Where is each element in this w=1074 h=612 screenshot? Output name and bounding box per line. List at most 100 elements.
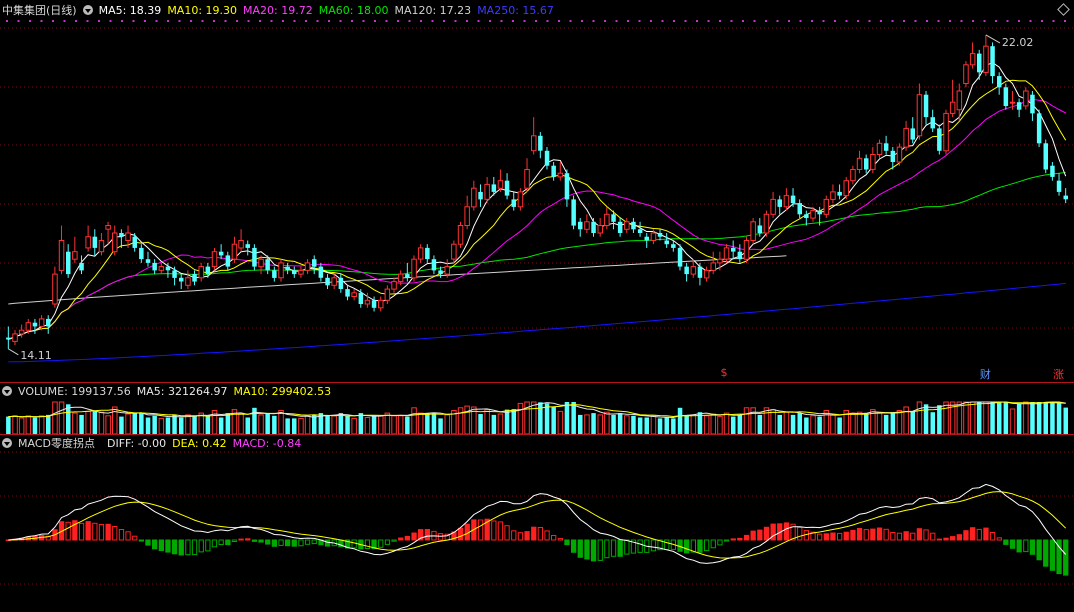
macd-bar <box>491 520 497 541</box>
candle-body <box>969 53 976 66</box>
candle-body <box>504 180 510 196</box>
price-chart[interactable]: 22.02 14.11 <box>0 0 1074 382</box>
ma120-legend: MA120: 17.23 <box>394 3 472 17</box>
macd-bar <box>983 527 989 541</box>
macd-bar <box>817 533 823 541</box>
volume-bar <box>1003 402 1009 434</box>
volume-bar <box>943 401 949 434</box>
tick-dot <box>535 20 537 22</box>
macd-title: MACD零度拐点 <box>18 437 95 450</box>
macd-bar <box>158 539 164 552</box>
tick-dot <box>949 20 951 22</box>
volume-bar <box>591 413 596 434</box>
macd-bar <box>830 532 836 541</box>
volume-pane[interactable]: VOLUME: 199137.56 MA5: 321264.97 MA10: 2… <box>0 382 1074 434</box>
volume-bar <box>1023 401 1029 434</box>
event-chip-finance[interactable]: 财 <box>980 366 991 382</box>
macd-bar <box>218 539 224 545</box>
macd-bar <box>378 539 384 548</box>
tick-dot <box>753 20 756 22</box>
volume-bar <box>671 418 676 434</box>
stock-title[interactable]: 中集集团(日线) <box>2 2 77 18</box>
candle-body <box>325 277 330 286</box>
tick-dot <box>891 20 894 22</box>
tick-dot <box>638 20 641 22</box>
macd-bar <box>757 529 763 541</box>
macd-pane[interactable]: MACD零度拐点 DIFF: -0.00 DEA: 0.42 MACD: -0.… <box>0 434 1074 612</box>
macd-bar <box>258 539 264 543</box>
candle-body <box>252 247 257 267</box>
candle-body <box>1009 101 1016 104</box>
candle-body <box>837 191 842 196</box>
volume-bar <box>431 413 437 434</box>
volume-bar <box>883 414 889 434</box>
pane-divider[interactable] <box>0 382 1074 383</box>
macd-bar <box>398 537 404 541</box>
volume-bar <box>405 416 410 434</box>
tick-dot <box>696 20 698 22</box>
candle-body <box>910 128 915 140</box>
candle-body <box>417 247 424 260</box>
candle-body <box>192 274 197 282</box>
volume-bar <box>790 414 796 434</box>
tick-dot <box>995 20 997 22</box>
macd-bar <box>271 539 278 547</box>
macd-bar <box>364 539 371 549</box>
tick-dot <box>1052 20 1055 22</box>
candle-body <box>338 277 344 289</box>
candle-body <box>723 247 730 260</box>
candle-body <box>478 191 483 200</box>
volume-bar <box>285 418 290 434</box>
volume-bar <box>737 414 743 434</box>
volume-bar <box>258 414 264 434</box>
volume-bar <box>743 407 750 434</box>
macd-chart[interactable] <box>0 434 1074 612</box>
volume-bar <box>218 417 224 434</box>
volume-bar <box>837 417 842 434</box>
stock-name: 中集集团 <box>2 4 46 17</box>
volume-bar <box>425 413 430 434</box>
macd-bar <box>1049 539 1056 571</box>
tick-dot <box>144 20 146 22</box>
candle-body <box>597 225 603 234</box>
event-chip-dollar[interactable]: $ <box>721 366 728 379</box>
candle-body <box>205 266 211 275</box>
volume-bar <box>145 417 151 434</box>
volume-bar <box>158 417 165 434</box>
candle-body <box>371 300 377 308</box>
tick-dot <box>454 20 457 22</box>
candle-body <box>218 251 224 256</box>
macd-bar <box>311 539 317 545</box>
candle-body <box>438 270 443 275</box>
candle-body <box>797 203 802 215</box>
volume-bar <box>438 418 443 434</box>
volume-bar <box>876 412 883 434</box>
candle-body <box>58 240 65 271</box>
tick-dot <box>63 20 66 22</box>
volume-bar <box>684 414 689 434</box>
tick-dot <box>1041 20 1043 22</box>
price-pane[interactable]: 22.02 14.11 中集集团(日线) MA5: 18.39 MA10: 19.… <box>0 0 1074 382</box>
candle-body <box>25 322 32 331</box>
volume-bar <box>551 406 556 434</box>
candle-body <box>152 262 157 271</box>
volume-bar <box>783 411 790 434</box>
tick-dot <box>742 20 744 22</box>
event-chip-limit-up[interactable]: 涨 <box>1053 366 1064 382</box>
macd-menu-icon[interactable] <box>2 438 12 448</box>
candle-body <box>551 165 556 177</box>
volume-bar <box>690 414 697 434</box>
volume-bar <box>312 414 317 434</box>
tick-dot <box>408 20 411 22</box>
candle-body <box>38 318 45 327</box>
volume-bar <box>983 401 989 434</box>
volume-bar <box>1030 402 1035 434</box>
macd-bar <box>517 532 524 541</box>
volume-bar <box>165 417 171 434</box>
indicator-menu-icon[interactable] <box>82 5 93 15</box>
volume-menu-icon[interactable] <box>2 386 12 396</box>
pane-divider-2[interactable] <box>0 434 1074 435</box>
tick-dot <box>788 20 790 22</box>
volume-bar <box>637 417 643 434</box>
tick-dot <box>477 20 480 22</box>
